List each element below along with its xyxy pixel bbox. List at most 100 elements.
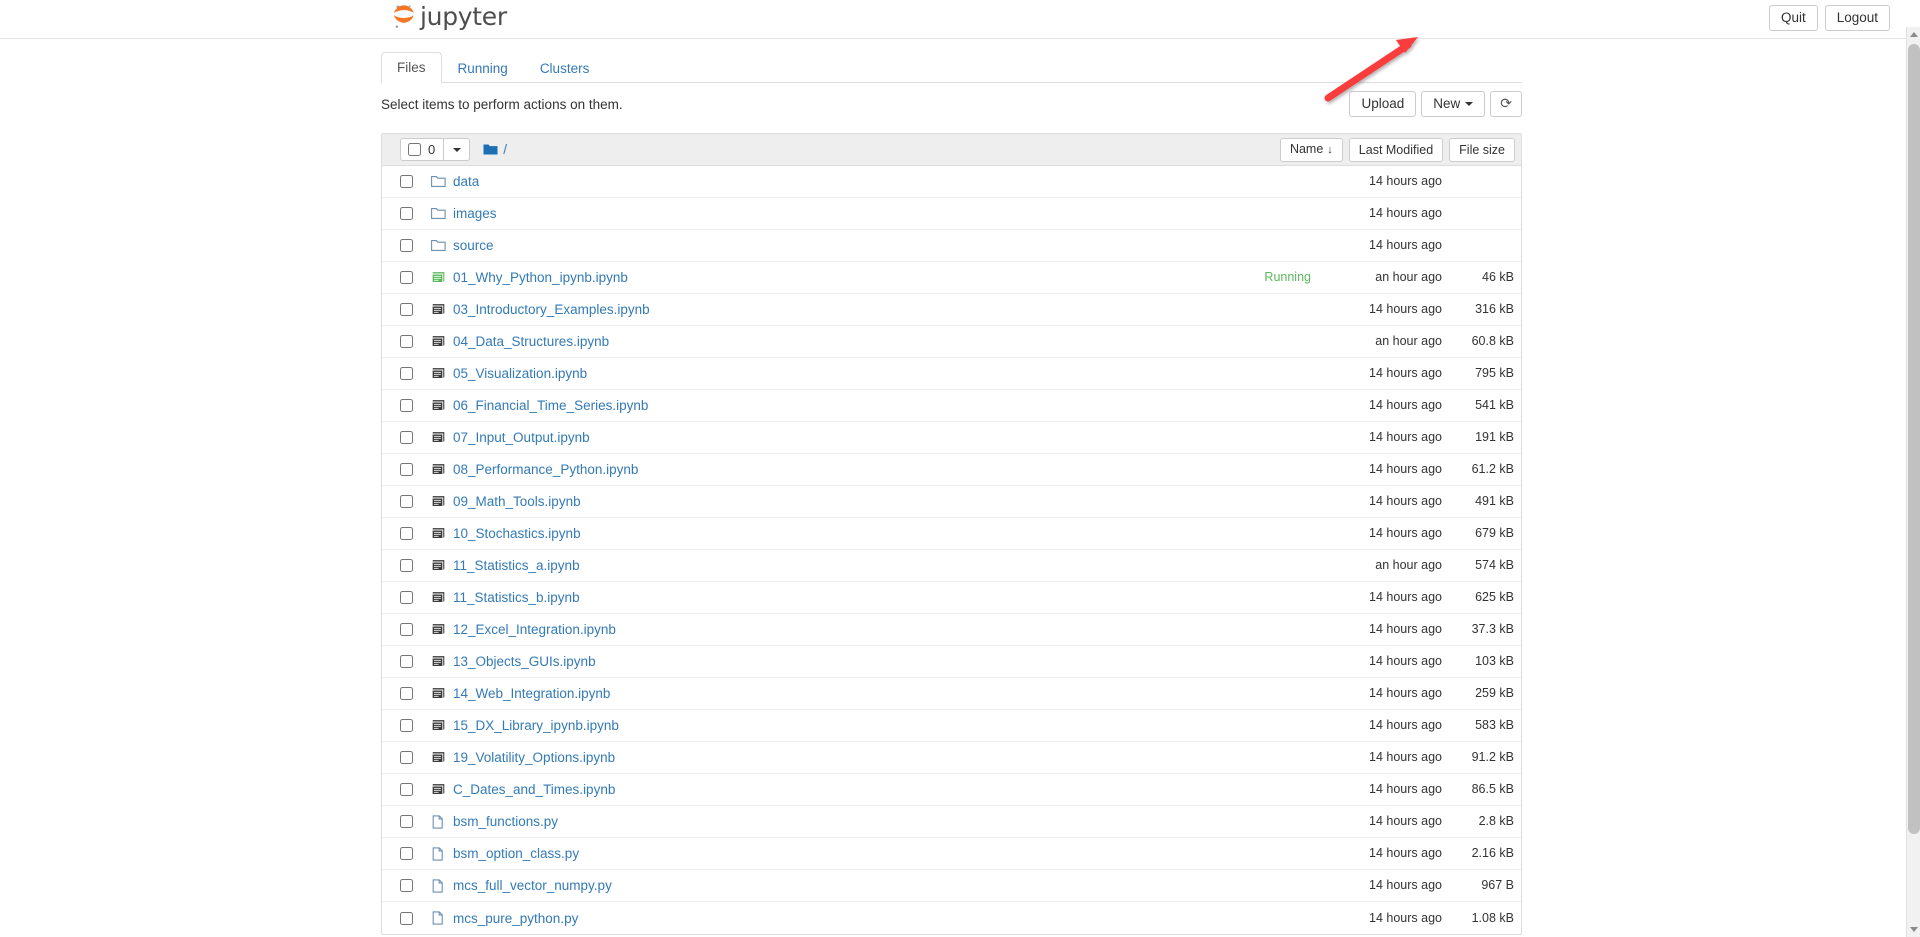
- item-name-link[interactable]: 13_Objects_GUIs.ipynb: [453, 653, 596, 670]
- table-row[interactable]: 03_Introductory_Examples.ipynb 14 hours a…: [382, 294, 1521, 326]
- jupyter-logo[interactable]: jupyter: [391, 3, 507, 31]
- table-row[interactable]: bsm_option_class.py 14 hours ago 2.16 kB: [382, 838, 1521, 870]
- item-name-link[interactable]: data: [453, 173, 479, 190]
- table-row[interactable]: 06_Financial_Time_Series.ipynb 14 hours a…: [382, 390, 1521, 422]
- row-checkbox[interactable]: [400, 559, 413, 572]
- table-row[interactable]: 13_Objects_GUIs.ipynb 14 hours ago 103 kB: [382, 646, 1521, 678]
- tab-clusters[interactable]: Clusters: [524, 53, 606, 83]
- cell-last-modified: 14 hours ago: [1369, 302, 1442, 316]
- new-label: New: [1433, 96, 1461, 111]
- table-row[interactable]: images 14 hours ago: [382, 198, 1521, 230]
- row-checkbox[interactable]: [400, 591, 413, 604]
- table-row[interactable]: C_Dates_and_Times.ipynb 14 hours ago 86.5 …: [382, 774, 1521, 806]
- select-all-checkbox[interactable]: [408, 143, 421, 156]
- table-row[interactable]: 07_Input_Output.ipynb 14 hours ago 191 kB: [382, 422, 1521, 454]
- table-row[interactable]: 01_Why_Python_ipynb.ipynb Running an hour …: [382, 262, 1521, 294]
- item-name-link[interactable]: 11_Statistics_a.ipynb: [453, 557, 580, 574]
- item-name-link[interactable]: bsm_functions.py: [453, 813, 558, 830]
- scroll-up-button[interactable]: [1907, 27, 1920, 42]
- row-checkbox[interactable]: [400, 879, 413, 892]
- selection-dropdown-button[interactable]: [444, 138, 471, 161]
- item-name-link[interactable]: images: [453, 205, 497, 222]
- item-name-link[interactable]: 04_Data_Structures.ipynb: [453, 333, 609, 350]
- table-row[interactable]: 14_Web_Integration.ipynb 14 hours ago 259 …: [382, 678, 1521, 710]
- table-row[interactable]: 11_Statistics_a.ipynb an hour ago 574 kB: [382, 550, 1521, 582]
- item-name-link[interactable]: source: [453, 237, 494, 254]
- row-checkbox[interactable]: [400, 815, 413, 828]
- refresh-button[interactable]: ⟳: [1490, 91, 1522, 117]
- row-checkbox[interactable]: [400, 463, 413, 476]
- upload-button[interactable]: Upload: [1349, 91, 1417, 117]
- table-row[interactable]: 08_Performance_Python.ipynb 14 hours ago 6…: [382, 454, 1521, 486]
- row-checkbox[interactable]: [400, 655, 413, 668]
- row-checkbox[interactable]: [400, 399, 413, 412]
- logout-button[interactable]: Logout: [1824, 5, 1890, 31]
- table-row[interactable]: source 14 hours ago: [382, 230, 1521, 262]
- row-checkbox[interactable]: [400, 783, 413, 796]
- table-row[interactable]: mcs_pure_python.py 14 hours ago 1.08 kB: [382, 902, 1521, 934]
- item-name-link[interactable]: 03_Introductory_Examples.ipynb: [453, 301, 650, 318]
- row-checkbox[interactable]: [400, 335, 413, 348]
- row-checkbox[interactable]: [400, 751, 413, 764]
- sort-by-size-button[interactable]: File size: [1449, 138, 1515, 162]
- scrollbar-thumb[interactable]: [1908, 44, 1920, 834]
- row-checkbox[interactable]: [400, 175, 413, 188]
- actions-toolbar: Select items to perform actions on them.…: [381, 91, 1522, 128]
- tab-files[interactable]: Files: [381, 52, 442, 83]
- tab-running[interactable]: Running: [442, 53, 524, 83]
- table-row[interactable]: 09_Math_Tools.ipynb 14 hours ago 491 kB: [382, 486, 1521, 518]
- item-name-link[interactable]: 19_Volatility_Options.ipynb: [453, 749, 615, 766]
- table-row[interactable]: bsm_functions.py 14 hours ago 2.8 kB: [382, 806, 1521, 838]
- row-checkbox[interactable]: [400, 303, 413, 316]
- row-checkbox[interactable]: [400, 911, 413, 925]
- row-checkbox[interactable]: [400, 719, 413, 732]
- table-row[interactable]: 04_Data_Structures.ipynb an hour ago 60.8 …: [382, 326, 1521, 358]
- item-name-link[interactable]: 12_Excel_Integration.ipynb: [453, 621, 616, 638]
- item-name-link[interactable]: bsm_option_class.py: [453, 845, 579, 862]
- item-name-link[interactable]: mcs_pure_python.py: [453, 910, 578, 927]
- row-checkbox[interactable]: [400, 687, 413, 700]
- item-name-link[interactable]: 05_Visualization.ipynb: [453, 365, 587, 382]
- row-checkbox[interactable]: [400, 239, 413, 252]
- table-row[interactable]: data 14 hours ago: [382, 166, 1521, 198]
- scroll-down-button[interactable]: [1907, 922, 1920, 937]
- cell-file-size: 103 kB: [1475, 654, 1514, 668]
- folder-icon: [431, 208, 446, 219]
- sort-by-name-button[interactable]: Name ↓: [1279, 138, 1343, 162]
- row-checkbox[interactable]: [400, 623, 413, 636]
- item-name-link[interactable]: 08_Performance_Python.ipynb: [453, 461, 638, 478]
- item-name-link[interactable]: 09_Math_Tools.ipynb: [453, 493, 581, 510]
- row-checkbox[interactable]: [400, 847, 413, 860]
- select-all-box[interactable]: 0: [400, 138, 445, 161]
- new-dropdown-button[interactable]: New: [1421, 91, 1486, 117]
- item-name-link[interactable]: 10_Stochastics.ipynb: [453, 525, 581, 542]
- row-checkbox[interactable]: [400, 495, 413, 508]
- jupyter-file-browser-page: jupyter Quit Logout Files Running Cluste…: [0, 0, 1920, 937]
- item-name-link[interactable]: C_Dates_and_Times.ipynb: [453, 781, 615, 798]
- table-row[interactable]: 19_Volatility_Options.ipynb 14 hours ago 9…: [382, 742, 1521, 774]
- cell-last-modified: 14 hours ago: [1369, 174, 1442, 188]
- row-checkbox[interactable]: [400, 207, 413, 220]
- row-checkbox[interactable]: [400, 367, 413, 380]
- table-row[interactable]: 15_DX_Library_ipynb.ipynb 14 hours ago 583…: [382, 710, 1521, 742]
- table-row[interactable]: 10_Stochastics.ipynb 14 hours ago 679 kB: [382, 518, 1521, 550]
- row-checkbox[interactable]: [400, 431, 413, 444]
- table-row[interactable]: 11_Statistics_b.ipynb 14 hours ago 625 kB: [382, 582, 1521, 614]
- item-name-link[interactable]: 07_Input_Output.ipynb: [453, 429, 590, 446]
- sort-by-modified-button[interactable]: Last Modified: [1348, 138, 1444, 162]
- item-name-link[interactable]: 06_Financial_Time_Series.ipynb: [453, 397, 648, 414]
- table-row[interactable]: 12_Excel_Integration.ipynb 14 hours ago 37…: [382, 614, 1521, 646]
- item-name-link[interactable]: 14_Web_Integration.ipynb: [453, 685, 610, 702]
- table-row[interactable]: 05_Visualization.ipynb 14 hours ago 795 kB: [382, 358, 1521, 390]
- item-name-link[interactable]: 01_Why_Python_ipynb.ipynb: [453, 269, 628, 286]
- row-checkbox[interactable]: [400, 527, 413, 540]
- quit-button[interactable]: Quit: [1768, 5, 1818, 31]
- vertical-scrollbar[interactable]: [1906, 0, 1920, 937]
- row-checkbox[interactable]: [400, 271, 413, 284]
- item-name-link[interactable]: 11_Statistics_b.ipynb: [453, 589, 580, 606]
- table-row[interactable]: mcs_full_vector_numpy.py 14 hours ago 967 …: [382, 870, 1521, 902]
- cell-last-modified: 14 hours ago: [1369, 782, 1442, 796]
- breadcrumb[interactable]: /: [483, 142, 507, 158]
- item-name-link[interactable]: mcs_full_vector_numpy.py: [453, 877, 612, 894]
- item-name-link[interactable]: 15_DX_Library_ipynb.ipynb: [453, 717, 619, 734]
